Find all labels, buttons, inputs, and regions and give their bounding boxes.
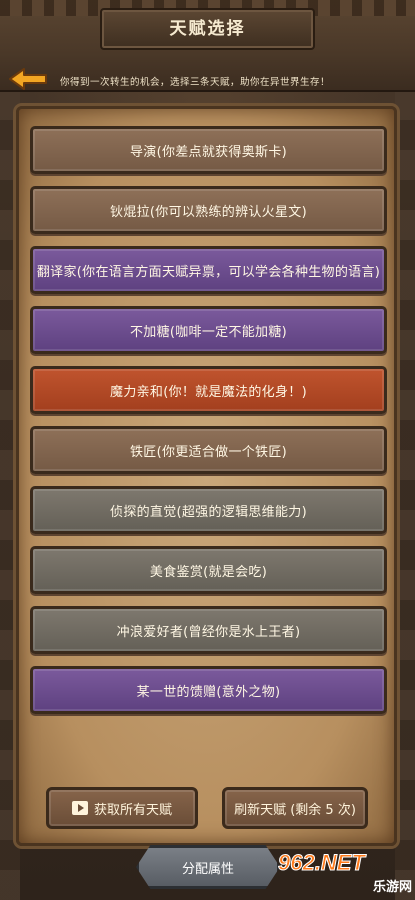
- talent-label: 不加糖(咖啡一定不能加糖): [129, 324, 288, 340]
- talent-option[interactable]: 美食鉴赏(就是会吃): [30, 546, 387, 594]
- watermark-logo: 962.NET 乐游网: [278, 850, 413, 896]
- back-button[interactable]: [6, 66, 50, 92]
- talent-option[interactable]: 某一世的馈赠(意外之物): [30, 666, 387, 714]
- refresh-talents-label: 刷新天赋 (剩余 5 次): [234, 802, 356, 818]
- talent-label: 导演(你差点就获得奥斯卡): [129, 144, 288, 160]
- background-wall-right: [395, 90, 415, 900]
- talent-label: 钬焜拉(你可以熟练的辨认火星文): [110, 204, 307, 220]
- talent-option[interactable]: 铁匠(你更适合做一个铁匠): [30, 426, 387, 474]
- watermark-site-name: 乐游网: [372, 880, 412, 895]
- video-play-icon: [71, 801, 88, 815]
- talent-label: 魔力亲和(你！就是魔法的化身！): [110, 384, 307, 400]
- talent-option[interactable]: 翻译家(你在语言方面天赋异禀，可以学会各种生物的语言): [30, 246, 387, 294]
- watermark-logo-text: 962.NET: [278, 850, 366, 876]
- talent-label: 侦探的直觉(超强的逻辑思维能力): [110, 504, 307, 520]
- talent-label: 美食鉴赏(就是会吃): [149, 564, 268, 580]
- refresh-talents-button[interactable]: 刷新天赋 (剩余 5 次): [222, 787, 368, 829]
- page-subtitle: 你得到一次转生的机会，选择三条天赋，助你在异世界生存！: [60, 77, 331, 88]
- assign-attributes-button[interactable]: 分配属性: [136, 845, 280, 889]
- talent-label: 某一世的馈赠(意外之物): [136, 684, 281, 700]
- talent-option[interactable]: 侦探的直觉(超强的逻辑思维能力): [30, 486, 387, 534]
- get-all-talents-label: 获取所有天赋: [93, 802, 172, 818]
- page-title: 天赋选择: [169, 19, 246, 39]
- talent-option[interactable]: 魔力亲和(你！就是魔法的化身！): [30, 366, 387, 414]
- talent-label: 冲浪爱好者(曾经你是水上王者): [116, 624, 301, 640]
- talent-option[interactable]: 冲浪爱好者(曾经你是水上王者): [30, 606, 387, 654]
- talent-label: 铁匠(你更适合做一个铁匠): [129, 444, 288, 460]
- talent-label: 翻译家(你在语言方面天赋异禀，可以学会各种生物的语言): [36, 264, 381, 280]
- back-arrow-icon: [9, 68, 47, 90]
- talent-option[interactable]: 导演(你差点就获得奥斯卡): [30, 126, 387, 174]
- talent-option[interactable]: 钬焜拉(你可以熟练的辨认火星文): [30, 186, 387, 234]
- talent-option[interactable]: 不加糖(咖啡一定不能加糖): [30, 306, 387, 354]
- assign-attributes-label: 分配属性: [181, 861, 234, 877]
- get-all-talents-button[interactable]: 获取所有天赋: [46, 787, 198, 829]
